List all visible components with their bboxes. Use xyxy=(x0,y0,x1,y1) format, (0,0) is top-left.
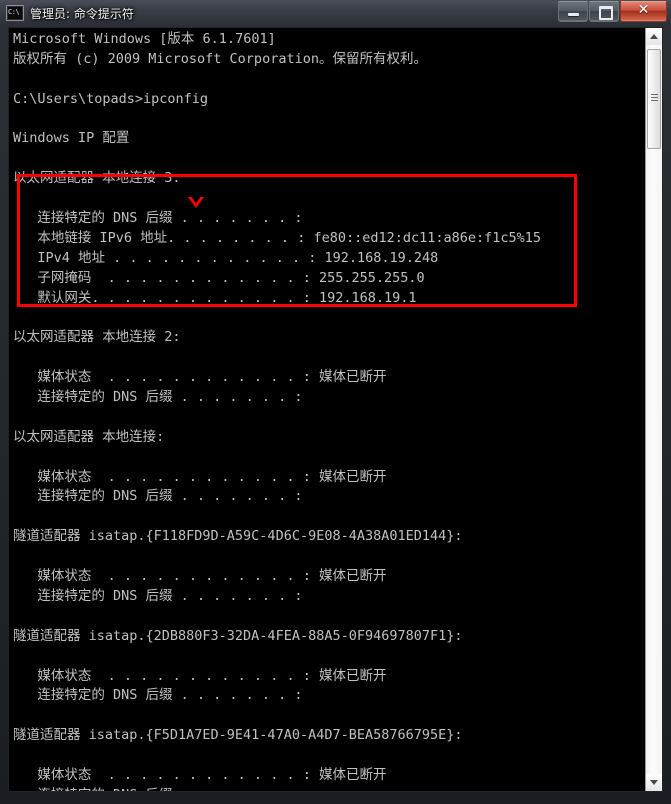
console-line: 以太网适配器 本地连接: xyxy=(13,428,165,445)
console-line: Microsoft Windows [版本 6.1.7601] xyxy=(13,31,276,47)
scrollbar-thumb[interactable] xyxy=(647,49,661,149)
console-line: 媒体状态 . . . . . . . . . . . . : 媒体已断开 xyxy=(13,369,387,386)
console-line: IPv4 地址 . . . . . . . . . . . . : 192.16… xyxy=(13,249,439,266)
window-title: 管理员: 命令提示符 xyxy=(30,6,134,21)
minimize-button[interactable] xyxy=(558,1,588,22)
scrollbar-grip-icon xyxy=(651,94,658,101)
console-line: 媒体状态 . . . . . . . . . . . . : 媒体已断开 xyxy=(13,568,387,585)
title-bar-left: C:\ 管理员: 命令提示符 xyxy=(6,3,134,23)
console-line: 媒体状态 . . . . . . . . . . . . : 媒体已断开 xyxy=(13,766,387,783)
chevron-down-icon xyxy=(650,780,658,785)
window-controls: ✕ xyxy=(557,1,667,22)
scrollbar-down-arrow[interactable] xyxy=(646,774,662,791)
console-scrollbar[interactable] xyxy=(645,28,662,791)
close-icon: ✕ xyxy=(637,2,650,18)
console-line: 连接特定的 DNS 后缀 . . . . . . . : xyxy=(13,786,541,791)
console-client-area: Microsoft Windows [版本 6.1.7601] 版权所有 (c) … xyxy=(8,27,663,792)
command-prompt-icon: C:\ xyxy=(6,5,24,21)
console-line: 连接特定的 DNS 后缀 . . . . . . . : xyxy=(13,210,303,227)
console-output-text: Microsoft Windows [版本 6.1.7601] 版权所有 (c) … xyxy=(13,30,541,791)
console-line: 连接特定的 DNS 后缀 . . . . . . . : xyxy=(13,687,303,704)
console-line: 子网掩码 . . . . . . . . . . . . : 255.255.2… xyxy=(13,269,425,286)
console-line: 隧道适配器 isatap.{F118FD9D-A59C-4D6C-9E08-4A… xyxy=(13,528,463,545)
console-line: 连接特定的 DNS 后缀 . . . . . . . : xyxy=(13,587,303,604)
console-line: 隧道适配器 isatap.{F5D1A7ED-9E41-47A0-A4D7-BE… xyxy=(13,727,463,744)
console-line: 以太网适配器 本地连接 3: xyxy=(13,170,181,187)
maximize-icon xyxy=(599,6,613,20)
console-line: 默认网关. . . . . . . . . . . . . : 192.168.… xyxy=(13,289,417,306)
console-line: 媒体状态 . . . . . . . . . . . . : 媒体已断开 xyxy=(13,667,387,684)
scrollbar-up-arrow[interactable] xyxy=(646,28,662,45)
console-line: Windows IP 配置 xyxy=(13,130,130,147)
command-prompt-icon-glyph: C:\ xyxy=(8,8,20,16)
console-line: 隧道适配器 isatap.{2DB880F3-32DA-4FEA-88A5-0F… xyxy=(13,627,463,644)
console-line: 连接特定的 DNS 后缀 . . . . . . . : xyxy=(13,488,303,505)
maximize-button[interactable] xyxy=(589,1,619,22)
chevron-up-icon xyxy=(650,34,658,39)
console-line: 媒体状态 . . . . . . . . . . . . : 媒体已断开 xyxy=(13,468,387,485)
console-line: 版权所有 (c) 2009 Microsoft Corporation。保留所有… xyxy=(13,50,427,67)
close-button[interactable]: ✕ xyxy=(620,1,667,22)
console-line: 连接特定的 DNS 后缀 . . . . . . . : xyxy=(13,389,303,406)
console-line: C:\Users\topads>ipconfig xyxy=(13,90,209,107)
command-prompt-window: C:\ 管理员: 命令提示符 ✕ Microsoft Windows [版本 6… xyxy=(0,0,671,804)
console-line: 以太网适配器 本地连接 2: xyxy=(13,329,181,346)
title-bar[interactable]: C:\ 管理员: 命令提示符 ✕ xyxy=(0,0,671,26)
console-line: 本地链接 IPv6 地址. . . . . . . . : fe80::ed12… xyxy=(13,229,542,246)
minimize-icon xyxy=(568,13,579,16)
console-output-surface[interactable]: Microsoft Windows [版本 6.1.7601] 版权所有 (c) … xyxy=(9,28,647,791)
